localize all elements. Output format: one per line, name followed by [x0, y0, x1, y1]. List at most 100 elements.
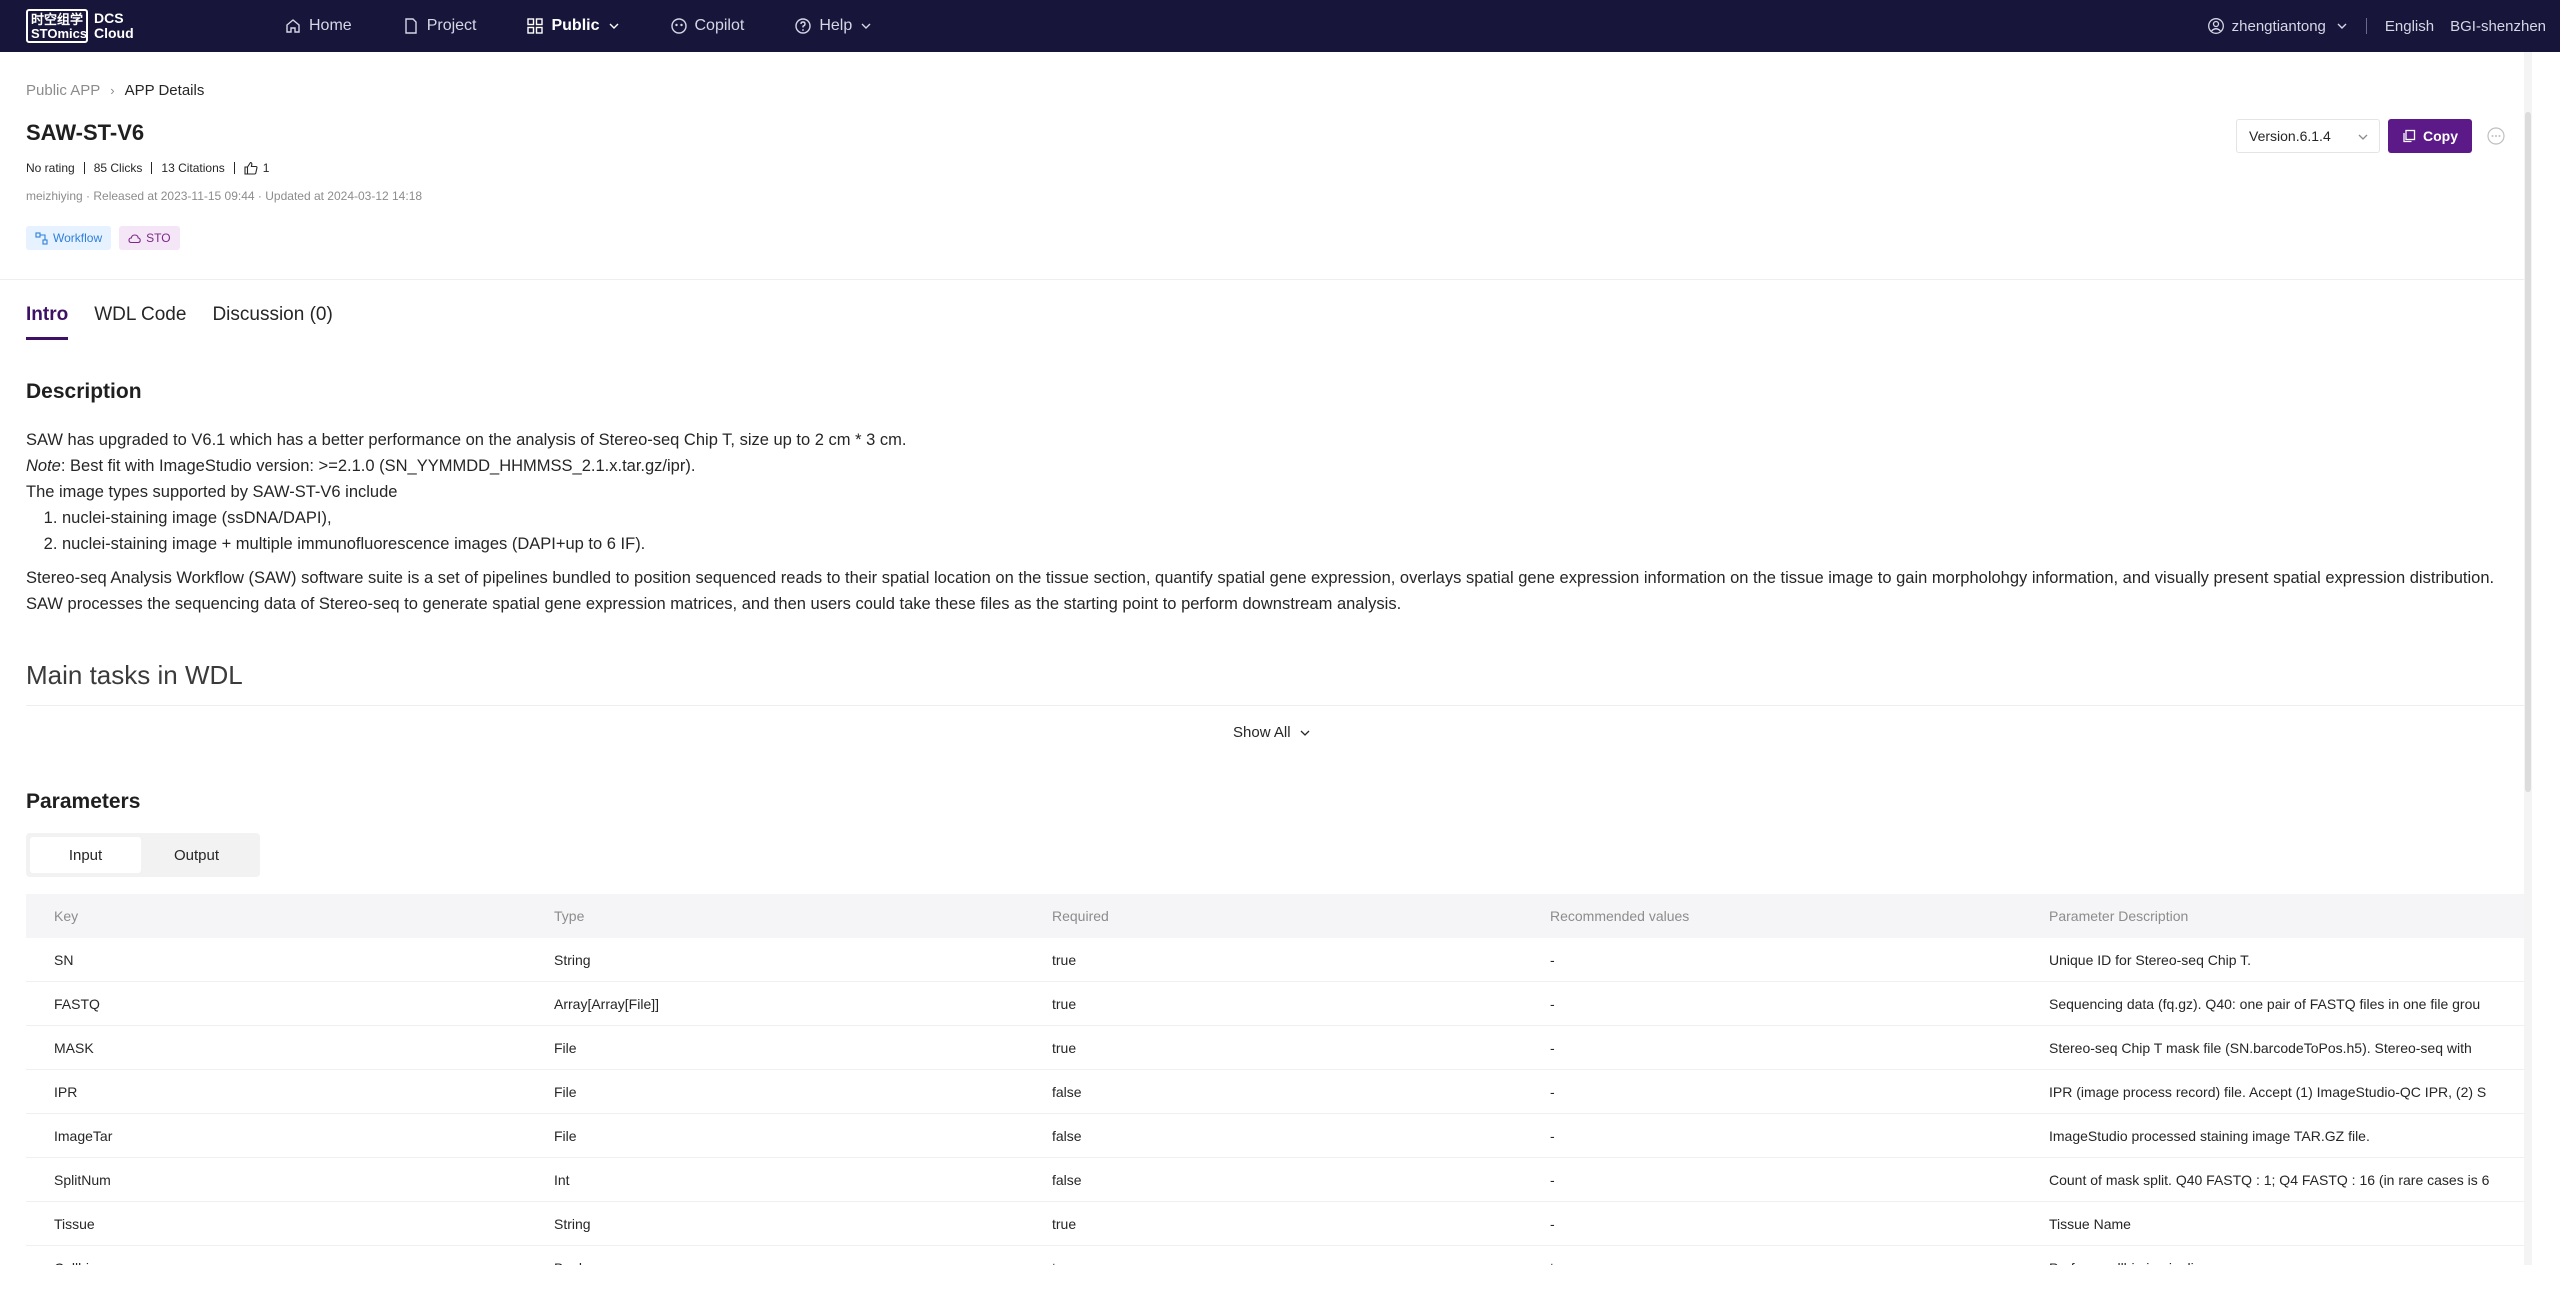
app-tags: Workflow STO: [26, 226, 188, 250]
parameters-heading: Parameters: [26, 790, 141, 813]
nav-right: zhengtiantong English BGI-shenzhen: [2207, 0, 2546, 52]
citations-count[interactable]: 13 Citations: [161, 161, 224, 175]
column-header-type: Type: [554, 908, 585, 924]
user-menu[interactable]: zhengtiantong: [2207, 17, 2348, 35]
tab-wdl-code[interactable]: WDL Code: [94, 300, 186, 340]
cell-description: Tissue Name: [2049, 1215, 2131, 1232]
show-all-button[interactable]: Show All: [1233, 724, 1311, 741]
cell-recommended: -: [1550, 1127, 1555, 1144]
tag-sto: STO: [119, 226, 180, 250]
section-divider: [26, 705, 2524, 706]
chevron-down-icon: [2337, 23, 2347, 29]
home-icon: [286, 19, 300, 33]
nav-public[interactable]: Public: [526, 0, 619, 52]
copy-button[interactable]: Copy: [2388, 119, 2472, 153]
note-label: Note: [26, 457, 61, 475]
column-header-required: Required: [1052, 908, 1109, 924]
table-row: IPR File false - IPR (image process reco…: [26, 1070, 2524, 1114]
nav-help-label: Help: [819, 17, 853, 34]
cell-required: true: [1052, 995, 1077, 1012]
chevron-down-icon: [2358, 134, 2368, 140]
cell-recommended: -: [1550, 995, 1555, 1012]
tab-intro[interactable]: Intro: [26, 300, 69, 340]
cell-type: Array[Array[File]]: [554, 995, 660, 1012]
breadcrumb-public-app[interactable]: Public APP: [26, 82, 100, 99]
help-icon: [795, 18, 812, 34]
like-button[interactable]: 1: [244, 161, 269, 175]
scrollbar-thumb[interactable]: [2525, 112, 2531, 792]
parameters-table: Key Type Required Recommended values Par…: [26, 894, 2524, 1290]
logo[interactable]: 时空组学 STOmics DCS Cloud: [26, 9, 134, 43]
copy-icon: [2403, 129, 2416, 143]
breadcrumb: Public APP › APP Details: [26, 82, 204, 99]
more-options-button[interactable]: [2482, 122, 2510, 150]
copilot-icon: [670, 18, 687, 34]
cell-key: Tissue: [54, 1215, 95, 1232]
version-select[interactable]: Version.6.1.4: [2236, 119, 2380, 153]
table-header: Key Type Required Recommended values Par…: [26, 894, 2524, 938]
list-item: nuclei-staining image + multiple immunof…: [62, 531, 2506, 557]
more-icon: [2487, 127, 2505, 145]
nav-public-label: Public: [551, 17, 600, 34]
region-switch[interactable]: BGI-shenzhen: [2450, 18, 2546, 35]
tag-workflow: Workflow: [26, 226, 112, 250]
cell-description: Stereo-seq Chip T mask file (SN.barcodeT…: [2049, 1039, 2472, 1056]
segment-input[interactable]: Input: [30, 837, 141, 873]
cell-type: String: [554, 951, 591, 968]
nav-home[interactable]: Home: [284, 0, 352, 52]
cell-key: SN: [54, 951, 74, 968]
tab-discussion[interactable]: Discussion (0): [212, 300, 332, 340]
cell-type: File: [554, 1127, 577, 1144]
logo-text-line2: Cloud: [94, 25, 134, 41]
table-row: ImageTar File false - ImageStudio proces…: [26, 1114, 2524, 1158]
parameters-segmented-control: Input Output: [26, 833, 260, 877]
file-icon: [404, 18, 417, 34]
nav-project[interactable]: Project: [402, 0, 477, 52]
cell-key: FASTQ: [54, 995, 100, 1012]
logo-text-line1: DCS: [94, 10, 124, 26]
copy-button-label: Copy: [2423, 128, 2458, 144]
nav-project-label: Project: [426, 17, 477, 34]
cell-key: IPR: [54, 1083, 78, 1100]
cell-recommended: -: [1550, 1215, 1555, 1232]
main-tasks-heading: Main tasks in WDL: [26, 660, 243, 690]
segment-output[interactable]: Output: [141, 837, 252, 873]
nav-help[interactable]: Help: [794, 0, 872, 52]
top-navigation-bar: 时空组学 STOmics DCS Cloud Home Project Publ…: [0, 0, 2560, 52]
breadcrumb-current: APP Details: [124, 82, 205, 99]
table-row: FASTQ Array[Array[File]] true - Sequenci…: [26, 982, 2524, 1026]
cell-recommended: -: [1550, 1171, 1555, 1188]
cell-recommended: -: [1550, 951, 1555, 968]
cell-required: false: [1052, 1127, 1082, 1144]
cell-required: true: [1052, 1215, 1077, 1232]
cell-description: ImageStudio processed staining image TAR…: [2049, 1127, 2370, 1144]
table-row: SN String true - Unique ID for Stereo-se…: [26, 938, 2524, 982]
table-row: Tissue String true - Tissue Name: [26, 1202, 2524, 1246]
nav-home-label: Home: [309, 17, 352, 34]
cell-key: MASK: [54, 1039, 94, 1056]
rating-text: No rating: [26, 161, 75, 175]
detail-tabs: Intro WDL Code Discussion (0): [26, 300, 359, 340]
main-nav: Home Project Public Copilot Help: [284, 0, 922, 52]
user-icon: [2207, 18, 2224, 34]
cell-recommended: -: [1550, 1083, 1555, 1100]
description-line: SAW has upgraded to V6.1 which has a bet…: [26, 431, 907, 449]
language-switch[interactable]: English: [2385, 18, 2434, 35]
viewport-bottom-edge: [0, 1265, 2560, 1297]
page-scrollbar[interactable]: [2524, 52, 2532, 1297]
version-value: Version.6.1.4: [2249, 128, 2331, 144]
column-header-recommended: Recommended values: [1550, 908, 1690, 924]
show-all-label: Show All: [1233, 724, 1291, 741]
list-item: nuclei-staining image (ssDNA/DAPI),: [62, 505, 2506, 531]
description-paragraph: Stereo-seq Analysis Workflow (SAW) softw…: [26, 569, 2495, 613]
app-meta: meizhiying · Released at 2023-11-15 09:4…: [26, 189, 423, 203]
cell-description: Unique ID for Stereo-seq Chip T.: [2049, 951, 2252, 968]
nav-divider: [2365, 18, 2367, 34]
cell-type: Int: [554, 1171, 570, 1188]
clicks-count: 85 Clicks: [93, 161, 143, 175]
cell-key: SplitNum: [54, 1171, 111, 1188]
nav-copilot[interactable]: Copilot: [670, 0, 744, 52]
logo-mark: 时空组学 STOmics: [26, 9, 88, 43]
grid-icon: [527, 18, 544, 34]
stats-divider: [83, 162, 85, 174]
